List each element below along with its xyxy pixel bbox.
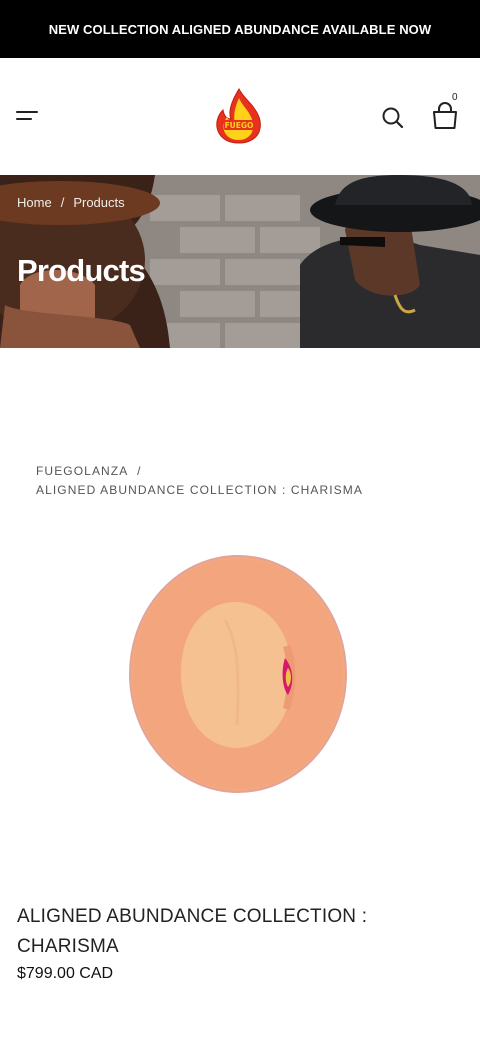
search-icon [382, 107, 404, 129]
menu-icon-line-bottom [16, 118, 32, 120]
page-hero-banner: Home / Products Products [0, 175, 480, 348]
product-price: $799.00 CAD [17, 965, 114, 982]
breadcrumb-current: Products [73, 195, 125, 210]
site-header: FUEGO 0 [0, 58, 480, 175]
product-title[interactable]: ALIGNED ABUNDANCE COLLECTION : CHARISMA [17, 902, 457, 962]
fuego-logo[interactable]: FUEGO [214, 88, 264, 144]
product-breadcrumb: FUEGOLANZA / ALIGNED ABUNDANCE COLLECTIO… [36, 462, 363, 500]
cart-button[interactable] [431, 102, 459, 132]
page-title: Products [17, 253, 146, 288]
search-button[interactable] [380, 105, 406, 131]
vendor-link[interactable]: FUEGOLANZA [36, 464, 128, 478]
logo-text: FUEGO [225, 121, 254, 130]
cart-count-badge: 0 [452, 92, 458, 103]
product-image-hat[interactable] [125, 550, 351, 800]
breadcrumb-separator: / [60, 195, 65, 210]
hero-breadcrumb: Home / Products [17, 195, 125, 210]
breadcrumb-separator: / [137, 464, 142, 478]
menu-button[interactable] [16, 108, 42, 126]
announcement-text: NEW COLLECTION ALIGNED ABUNDANCE AVAILAB… [48, 21, 432, 37]
announcement-bar: NEW COLLECTION ALIGNED ABUNDANCE AVAILAB… [0, 0, 480, 58]
product-breadcrumb-link[interactable]: ALIGNED ABUNDANCE COLLECTION : CHARISMA [36, 483, 363, 497]
menu-icon-line-top [16, 111, 38, 113]
shopping-bag-icon [433, 102, 457, 129]
breadcrumb-home-link[interactable]: Home [17, 195, 52, 210]
